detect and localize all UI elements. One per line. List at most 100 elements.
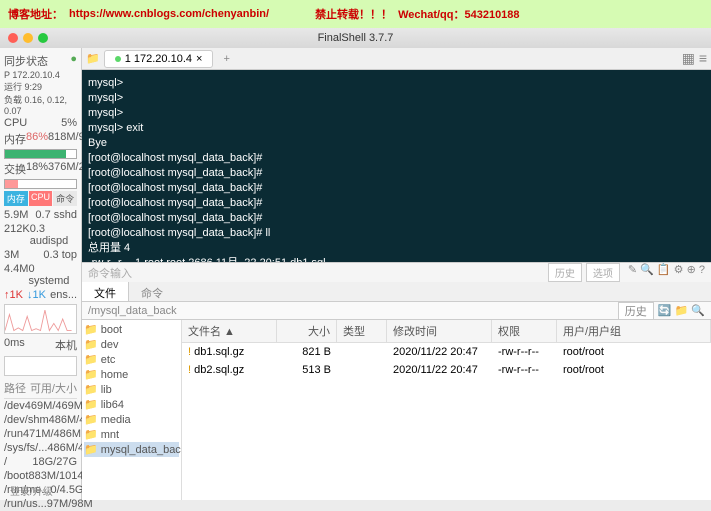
add-tab-button[interactable]: + xyxy=(217,53,235,65)
file-list-header[interactable]: 文件名 ▲ 大小 类型 修改时间 权限 用户/用户组 xyxy=(182,320,711,343)
hdr-name[interactable]: 文件名 ▲ xyxy=(182,320,277,342)
hdr-mtime[interactable]: 修改时间 xyxy=(387,320,492,342)
file-row[interactable]: ! db1.sql.gz821 B2020/11/22 20:47-rw-r--… xyxy=(182,343,711,361)
speed-lbl: 0ms xyxy=(4,337,25,353)
tree-node[interactable]: 📁media xyxy=(84,412,179,427)
folder-icon: 📁 xyxy=(84,383,98,396)
tab-cpu-button[interactable]: CPU xyxy=(29,191,53,206)
folder-icon: 📁 xyxy=(84,338,98,351)
terminal-line: mysql> exit xyxy=(88,121,705,136)
tree-node[interactable]: 📁home xyxy=(84,367,179,382)
path-hdr-1: 可用/大小 xyxy=(30,380,77,396)
net-up: ↑1K xyxy=(4,289,23,301)
hdr-owner[interactable]: 用户/用户组 xyxy=(557,320,711,342)
terminal-line: [root@localhost mysql_data_back]# xyxy=(88,151,705,166)
runtime-label: 运行 9:29 xyxy=(4,80,77,93)
path-bar: /mysql_data_back 历史 🔄 📁 🔍 xyxy=(82,302,711,320)
net-dn: ↓1K xyxy=(27,289,46,301)
tab-cmd-button[interactable]: 命令 xyxy=(53,191,77,206)
proc-row: 3M0.3 top xyxy=(4,248,77,262)
path-hdr-0: 路径 xyxy=(4,380,26,396)
sync-dot: ● xyxy=(70,53,77,69)
login-link[interactable]: 登录/升级 xyxy=(10,483,53,498)
terminal-line: [root@localhost mysql_data_back]# xyxy=(88,196,705,211)
terminal-line: Bye xyxy=(88,136,705,151)
terminal-line: 总用量 4 xyxy=(88,241,705,256)
tree-node[interactable]: 📁etc xyxy=(84,352,179,367)
tab-mem-button[interactable]: 内存 xyxy=(4,191,28,206)
session-tabbar: 📁 1 172.20.10.4 × + ▦ ≡ xyxy=(82,48,711,70)
traffic-lights[interactable] xyxy=(8,33,48,43)
path-tools[interactable]: 🔄 📁 🔍 xyxy=(658,304,705,317)
maximize-icon[interactable] xyxy=(38,33,48,43)
grid-icon[interactable]: ▦ ≡ xyxy=(682,50,707,67)
network-chart xyxy=(4,304,77,334)
tree-node[interactable]: 📁lib64 xyxy=(84,397,179,412)
path-row: /18G/27G xyxy=(4,455,77,469)
current-path[interactable]: /mysql_data_back xyxy=(88,305,177,317)
mem-label: 内存 xyxy=(4,131,26,147)
load-label: 负载 0.16, 0.12, 0.07 xyxy=(4,93,77,116)
wechat-text: Wechat/qq：543210188 xyxy=(398,6,519,22)
swap-bar xyxy=(4,179,77,189)
folder-icon: 📁 xyxy=(84,398,98,411)
blog-prefix: 博客地址： xyxy=(8,6,63,22)
file-tabs: 文件 命令 xyxy=(82,282,711,302)
folder-icon[interactable]: 📁 xyxy=(86,52,100,65)
tab-file[interactable]: 文件 xyxy=(82,282,129,301)
sync-label: 同步状态 xyxy=(4,53,48,69)
path-row: /sys/fs/...486M/486M xyxy=(4,441,77,455)
tree-node[interactable]: 📁boot xyxy=(84,322,179,337)
host-lbl: 本机 xyxy=(55,337,77,353)
proc-row: 4.4M0 systemd xyxy=(4,262,77,288)
tree-node[interactable]: 📁lib xyxy=(84,382,179,397)
toolbar-icons[interactable]: ✎ 🔍 📋 ⚙ ⊕ ? xyxy=(628,263,705,282)
warn-icon: ! xyxy=(188,364,191,376)
path-history-button[interactable]: 历史 xyxy=(618,302,654,320)
path-row: /run/us...97M/98M xyxy=(4,497,77,511)
file-row[interactable]: ! db2.sql.gz513 B2020/11/22 20:47-rw-r--… xyxy=(182,361,711,379)
latency-chart xyxy=(4,356,77,376)
window-title: FinalShell 3.7.7 xyxy=(318,32,394,44)
terminal[interactable]: mysql>mysql>mysql>mysql> exitBye[root@lo… xyxy=(82,70,711,262)
history-button[interactable]: 历史 xyxy=(548,263,582,282)
ip-label: P 172.20.10.4 xyxy=(4,70,77,80)
tree-node[interactable]: 📁mysql_data_back xyxy=(84,442,179,457)
mem-bar xyxy=(4,149,77,159)
cmd-placeholder[interactable]: 命令输入 xyxy=(88,265,132,281)
close-tab-icon[interactable]: × xyxy=(196,53,202,65)
status-dot-icon xyxy=(115,56,121,62)
terminal-line: mysql> xyxy=(88,106,705,121)
forbid-text: 禁止转载！！！ xyxy=(315,6,392,22)
warn-icon: ! xyxy=(188,346,191,358)
folder-icon: 📁 xyxy=(84,368,98,381)
cpu-pct: 5% xyxy=(61,117,77,129)
folder-icon: 📁 xyxy=(84,443,98,456)
terminal-line: mysql> xyxy=(88,91,705,106)
terminal-line: -rw-r--r--. 1 root root 2686 11月 22 20:5… xyxy=(88,256,705,262)
path-row: /dev/shm486M/486M xyxy=(4,413,77,427)
terminal-line: [root@localhost mysql_data_back]# xyxy=(88,166,705,181)
folder-tree[interactable]: 📁boot📁dev📁etc📁home📁lib📁lib64📁media📁mnt📁m… xyxy=(82,320,182,500)
session-ip: 1 172.20.10.4 xyxy=(125,53,192,65)
minimize-icon[interactable] xyxy=(23,33,33,43)
proc-row: 212K0.3 audispd xyxy=(4,222,77,248)
session-tab[interactable]: 1 172.20.10.4 × xyxy=(104,50,214,68)
path-row: /dev469M/469M xyxy=(4,399,77,413)
folder-icon: 📁 xyxy=(84,413,98,426)
tree-node[interactable]: 📁dev xyxy=(84,337,179,352)
swap-pct: 18% xyxy=(26,161,48,177)
hdr-perm[interactable]: 权限 xyxy=(492,320,557,342)
hdr-type[interactable]: 类型 xyxy=(337,320,387,342)
hdr-size[interactable]: 大小 xyxy=(277,320,337,342)
blog-banner: 博客地址： https://www.cnblogs.com/chenyanbin… xyxy=(0,0,711,28)
path-row: /run471M/486M xyxy=(4,427,77,441)
tab-command[interactable]: 命令 xyxy=(129,282,175,301)
options-button[interactable]: 选项 xyxy=(586,263,620,282)
system-sidebar: 同步状态 ● P 172.20.10.4 运行 9:29 负载 0.16, 0.1… xyxy=(0,48,82,500)
mem-pct: 86% xyxy=(26,131,48,147)
terminal-line: [root@localhost mysql_data_back]# ll xyxy=(88,226,705,241)
close-icon[interactable] xyxy=(8,33,18,43)
folder-icon: 📁 xyxy=(84,428,98,441)
tree-node[interactable]: 📁mnt xyxy=(84,427,179,442)
